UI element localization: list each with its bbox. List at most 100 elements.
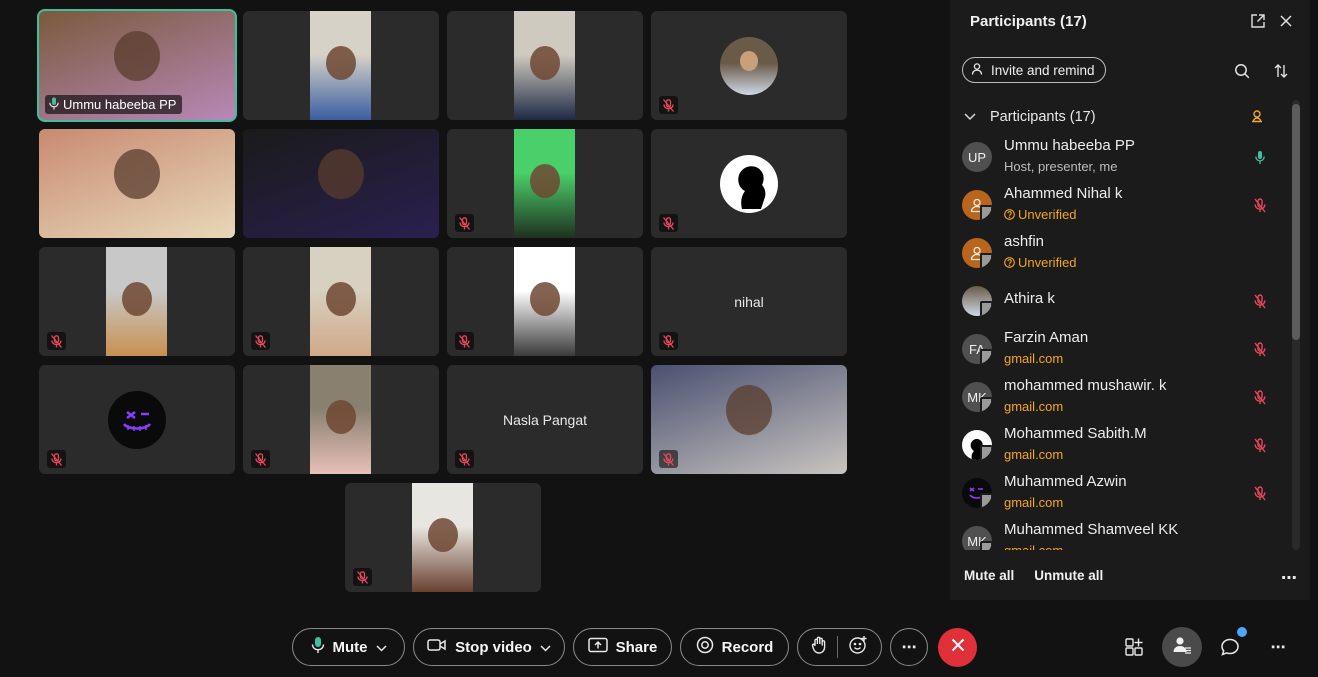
unverified-label: Unverified (1004, 255, 1077, 270)
participants-panel: Participants (17) Invite and remind Part… (950, 0, 1310, 600)
video-tile[interactable] (243, 11, 439, 120)
participant-list[interactable]: UP Ummu habeeba PP Host, presenter, me Aham… (950, 134, 1290, 550)
more-options-icon[interactable]: ⋯ (1281, 568, 1298, 588)
muted-mic-icon (659, 214, 678, 232)
video-tile[interactable] (447, 247, 643, 356)
record-button[interactable]: Record (680, 628, 789, 666)
video-tile[interactable]: Ummu habeeba PP (37, 9, 237, 122)
panel-footer: Mute all Unmute all (964, 568, 1103, 583)
more-icon[interactable]: ⋯ (1266, 635, 1290, 659)
chevron-down-icon[interactable] (375, 639, 387, 656)
close-icon[interactable] (1277, 12, 1295, 30)
mute-all-button[interactable]: Mute all (964, 568, 1014, 583)
microphone-icon[interactable] (1252, 149, 1268, 165)
muted-mic-icon[interactable] (1252, 437, 1268, 453)
video-tile[interactable] (345, 483, 541, 592)
participant-row[interactable]: MK mohammed mushawir. k gmail.com (950, 374, 1290, 420)
unverified-label: Unverified (1004, 207, 1077, 222)
muted-mic-icon[interactable] (1252, 341, 1268, 357)
muted-mic-icon (659, 332, 678, 350)
scrollbar-thumb[interactable] (1292, 104, 1300, 340)
participant-name: Ummu habeeba PP (63, 97, 177, 112)
muted-mic-icon (659, 96, 678, 114)
participant-row[interactable]: ashfin Unverified (950, 230, 1290, 276)
device-icon (980, 253, 992, 268)
reactions-button[interactable] (797, 628, 882, 666)
chat-icon[interactable] (1218, 635, 1242, 659)
participant-detail: Host, presenter, me (1004, 159, 1118, 174)
video-tile[interactable] (39, 365, 235, 474)
participant-list-scrollbar[interactable] (1292, 100, 1300, 550)
video-tile[interactable] (651, 365, 847, 474)
participant-row[interactable]: Mohammed Sabith.M gmail.com (950, 422, 1290, 468)
muted-mic-icon[interactable] (1252, 197, 1268, 213)
participant-row[interactable]: Muhammed Azwin gmail.com (950, 470, 1290, 516)
person-silhouette (121, 281, 152, 316)
muted-mic-icon (47, 450, 66, 468)
participant-row[interactable]: Athira k (950, 278, 1290, 324)
stop-video-button[interactable]: Stop video (413, 628, 565, 666)
video-feed (310, 247, 371, 356)
video-tile[interactable]: Nasla Pangat (447, 365, 643, 474)
record-icon (696, 636, 714, 658)
person-add-icon (971, 62, 985, 79)
participant-row[interactable]: MK Muhammed Shamveel KK gmail.com (950, 518, 1290, 550)
video-tile[interactable] (243, 365, 439, 474)
video-tile[interactable] (243, 129, 439, 238)
muted-mic-icon (353, 568, 372, 586)
avatar (720, 154, 778, 213)
muted-mic-icon (659, 450, 678, 468)
muted-mic-icon[interactable] (1252, 389, 1268, 405)
muted-mic-icon[interactable] (1252, 485, 1268, 501)
participant-name: nihal (734, 293, 764, 310)
avatar (962, 286, 992, 316)
video-feed (310, 11, 371, 120)
device-icon (980, 493, 992, 508)
participants-toggle-button[interactable] (1162, 627, 1202, 667)
share-button[interactable]: Share (573, 628, 672, 666)
popout-icon[interactable] (1249, 12, 1267, 30)
emoji-reaction-icon[interactable] (848, 635, 868, 659)
person-silhouette (529, 281, 560, 316)
video-tile[interactable] (651, 129, 847, 238)
notification-dot (1237, 627, 1247, 637)
video-tile[interactable] (447, 11, 643, 120)
participant-name: Ahammed Nihal k (1004, 185, 1123, 202)
mute-label: Mute (332, 638, 368, 656)
video-tile[interactable]: nihal (651, 247, 847, 356)
chevron-down-icon (964, 109, 976, 125)
sort-icon[interactable] (1272, 62, 1290, 80)
device-icon (980, 541, 992, 550)
video-tile[interactable] (651, 11, 847, 120)
avatar: UP (962, 142, 992, 172)
participants-section-header[interactable]: Participants (17) (964, 106, 1264, 128)
video-tile[interactable] (243, 247, 439, 356)
more-options-button[interactable]: ⋯ (890, 628, 928, 666)
search-icon[interactable] (1233, 62, 1251, 80)
participant-row[interactable]: UP Ummu habeeba PP Host, presenter, me (950, 134, 1290, 180)
unmute-all-button[interactable]: Unmute all (1034, 568, 1103, 583)
video-tile[interactable] (39, 129, 235, 238)
more-icon: ⋯ (901, 639, 917, 656)
muted-mic-icon[interactable] (1252, 293, 1268, 309)
participant-name: ashfin (1004, 233, 1045, 250)
muted-mic-icon (251, 332, 270, 350)
video-tile[interactable] (447, 129, 643, 238)
panel-title: Participants (17) (970, 13, 1087, 30)
layout-apps-icon[interactable] (1122, 635, 1146, 659)
participant-row[interactable]: Ahammed Nihal k Unverified (950, 182, 1290, 228)
chevron-down-icon[interactable] (540, 639, 551, 656)
invite-and-remind-button[interactable]: Invite and remind (962, 57, 1106, 83)
name-label: Ummu habeeba PP (45, 95, 183, 114)
video-tile[interactable] (39, 247, 235, 356)
participant-name: Muhammed Shamveel KK (1004, 521, 1179, 538)
video-feed (412, 483, 473, 592)
video-feed (106, 247, 167, 356)
participant-row[interactable]: FA Farzin Aman gmail.com (950, 326, 1290, 372)
video-feed (514, 247, 575, 356)
person-silhouette (114, 30, 160, 81)
end-call-button[interactable] (938, 628, 977, 667)
raise-hand-icon[interactable] (811, 636, 827, 658)
avatar: MK (962, 382, 992, 412)
mute-button[interactable]: Mute (292, 628, 405, 666)
